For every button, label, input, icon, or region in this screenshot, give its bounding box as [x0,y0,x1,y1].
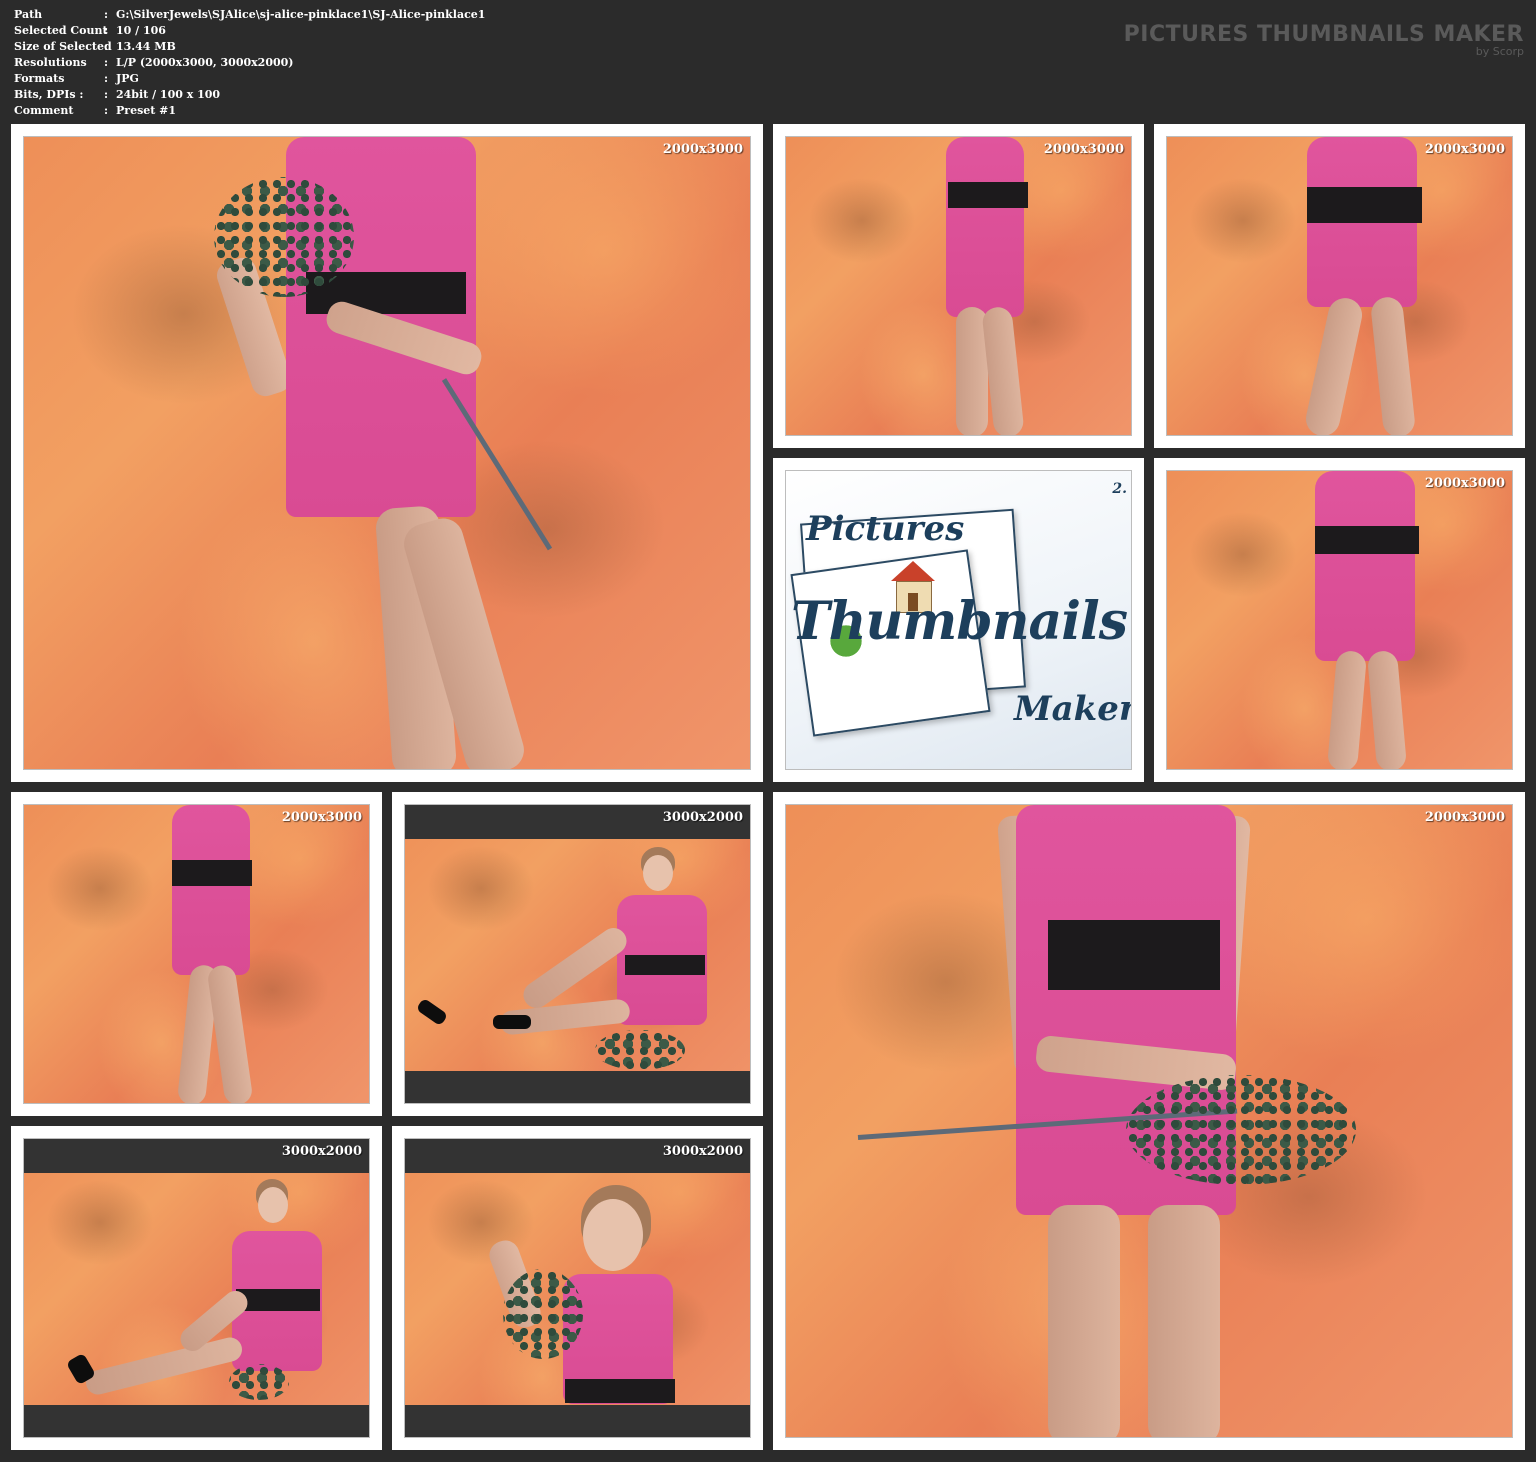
info-row-path: Path: G:\SilverJewels\SJAlice\sj-alice-pi… [14,7,485,23]
figure-leg [1366,649,1408,769]
letterbox-bottom [24,1405,369,1437]
figure-head [583,1199,643,1271]
info-separator: : [104,88,109,101]
logo-word-thumbnails: Thumbnails [791,591,1128,652]
info-value: 24bit / 100 x 100 [116,88,221,101]
figure-belt [236,1289,320,1311]
logo-tile: Pictures Thumbnails Maker 2. [773,458,1144,782]
brand-title: PICTURES THUMBNAILS MAKER [1123,22,1524,47]
resolution-label: 2000x3000 [1424,142,1505,157]
flower-bouquet [229,1364,289,1400]
info-key: Comment [14,104,74,117]
resolution-label: 2000x3000 [1043,142,1124,157]
thumbnail-tile[interactable]: 3000x2000 [392,1126,763,1450]
thumbnail-image [23,136,751,770]
header: Path: G:\SilverJewels\SJAlice\sj-alice-pi… [0,0,1536,124]
letterbox-bottom [405,1071,750,1103]
figure-dress [1315,471,1415,661]
thumbnail-image [1166,470,1513,770]
flower-bouquet [595,1030,685,1070]
info-row-resolutions: Resolutions: L/P (2000x3000, 3000x2000) [14,55,485,71]
figure-leg [206,963,254,1103]
flower-bouquet [503,1269,583,1359]
info-separator: : [104,40,109,53]
thumbnail-image [23,804,370,1104]
figure-dress [172,805,250,975]
figure-belt [948,182,1028,208]
figure-belt [565,1379,675,1403]
info-key: Bits, DPIs : [14,88,84,101]
letterbox-bottom [405,1405,750,1437]
info-separator: : [104,24,109,37]
figure-belt [1315,526,1419,554]
resolution-label: 2000x3000 [281,810,362,825]
figure-leg [1326,649,1368,769]
resolution-label: 3000x2000 [662,1144,743,1159]
resolution-label: 2000x3000 [1424,476,1505,491]
thumbnail-image [785,136,1132,436]
info-row-bits: Bits, DPIs ::24bit / 100 x 100 [14,87,485,103]
figure-belt [172,860,252,886]
thumbnail-tile[interactable]: 2000x3000 [11,792,382,1116]
resolution-label: 2000x3000 [1424,810,1505,825]
thumbnail-tile[interactable]: 2000x3000 [773,124,1144,448]
thumbnail-tile[interactable]: 3000x2000 [11,1126,382,1450]
figure-shoe [415,997,449,1027]
thumbnail-tile[interactable]: 2000x3000 [1154,458,1525,782]
info-key: Formats [14,72,65,85]
figure-leg [83,1335,245,1397]
info-separator: : [104,72,109,85]
info-separator: : [104,56,109,69]
info-row-comment: Comment: Preset #1 [14,103,485,119]
thumbnail-image [404,804,751,1104]
info-key: Selected Count [14,24,108,37]
resolution-label: 3000x2000 [662,810,743,825]
figure-shoe [493,1015,531,1029]
thumbnail-tile[interactable]: 3000x2000 [392,792,763,1116]
figure-head [258,1187,288,1223]
figure-belt [1307,187,1422,223]
info-row-count: Selected Count:10 / 106 [14,23,485,39]
info-key: Path [14,8,43,21]
logo-house-roof [891,561,935,581]
thumbnail-tile[interactable]: 2000x3000 [773,792,1525,1450]
thumbnail-tile[interactable]: 2000x3000 [11,124,763,782]
thumbnail-image [1166,136,1513,436]
figure-leg [1369,295,1417,435]
figure-head [643,855,673,891]
resolution-label: 3000x2000 [281,1144,362,1159]
logo-version: 2. [1112,481,1127,497]
figure-dress [946,137,1024,317]
info-key: Size of Selected [14,40,112,53]
brand-watermark: PICTURES THUMBNAILS MAKER by Scorp [1124,22,1524,58]
info-value: G:\SilverJewels\SJAlice\sj-alice-pinklac… [116,8,486,21]
thumbnail-image [23,1138,370,1438]
logo-word-maker: Maker [1014,689,1131,729]
figure-leg [1302,294,1366,435]
info-key: Resolutions [14,56,87,69]
flower-bouquet [214,177,354,297]
info-panel: Path: G:\SilverJewels\SJAlice\sj-alice-pi… [14,7,485,119]
thumbnail-image [785,804,1513,1438]
figure-belt [625,955,705,975]
logo-word-pictures: Pictures [806,509,965,549]
info-separator: : [104,104,109,117]
resolution-label: 2000x3000 [662,142,743,157]
info-row-formats: Formats: JPG [14,71,485,87]
figure-belt [1048,920,1220,990]
flower-bouquet [1126,1075,1356,1185]
info-separator: : [104,8,109,21]
info-value: L/P (2000x3000, 3000x2000) [116,56,294,69]
thumbnail-image [404,1138,751,1438]
figure-leg [1048,1205,1120,1437]
info-row-size: Size of Selected:13.44 MB [14,39,485,55]
info-value: 13.44 MB [116,40,176,53]
figure-leg [1148,1205,1220,1437]
logo-image: Pictures Thumbnails Maker 2. [785,470,1132,770]
thumbnail-tile[interactable]: 2000x3000 [1154,124,1525,448]
info-value: 10 / 106 [116,24,166,37]
info-value: JPG [116,72,139,85]
info-value: Preset #1 [116,104,177,117]
